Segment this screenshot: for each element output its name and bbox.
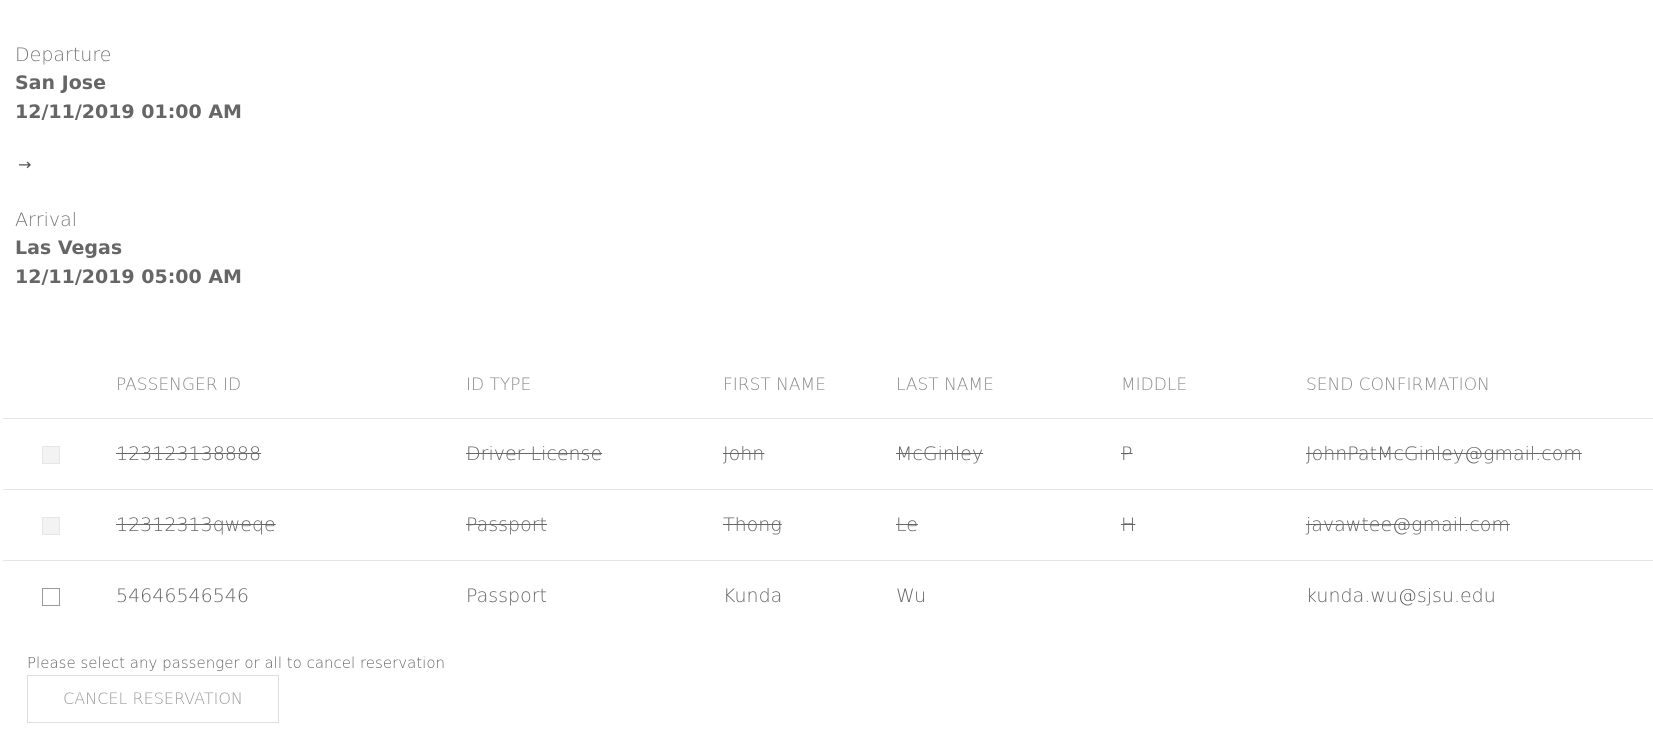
last-name-header: LAST NAME — [896, 352, 1121, 419]
id-type-header: ID TYPE — [466, 352, 723, 419]
row-select-cell — [3, 489, 116, 561]
middle-cell: H — [1121, 489, 1306, 561]
first-name-header: FIRST NAME — [723, 352, 896, 419]
id-type-cell: Driver License — [466, 418, 723, 490]
row-select-cell — [3, 561, 116, 632]
table-row: 12312313qweqe Passport Thong Le H javawt… — [3, 489, 1653, 561]
table-header-row: PASSENGER ID ID TYPE FIRST NAME LAST NAM… — [3, 352, 1653, 419]
arrival-datetime: 12/11/2019 05:00 AM — [15, 266, 242, 288]
cancel-reservation-button[interactable]: CANCEL RESERVATION — [27, 675, 279, 723]
send-confirmation-header: SEND CONFIRMATION — [1306, 352, 1653, 419]
first-name-cell: Thong — [723, 489, 896, 561]
last-name-cell: McGinley — [896, 418, 1121, 490]
id-type-cell: Passport — [466, 489, 723, 561]
departure-datetime: 12/11/2019 01:00 AM — [15, 101, 242, 123]
departure-city: San Jose — [15, 72, 106, 94]
last-name-cell: Le — [896, 489, 1121, 561]
table-row: 54646546546 Passport Kunda Wu kunda.wu@s… — [3, 561, 1653, 632]
passenger-table: PASSENGER ID ID TYPE FIRST NAME LAST NAM… — [3, 352, 1653, 631]
table-row: 123123138888 Driver License John McGinle… — [3, 418, 1653, 490]
middle-cell — [1121, 561, 1306, 632]
email-cell: kunda.wu@sjsu.edu — [1306, 585, 1496, 607]
passenger-id-cell: 12312313qweqe — [116, 489, 466, 561]
departure-label: Departure — [15, 44, 112, 66]
arrow-right-icon: → — [18, 155, 32, 174]
middle-cell: P — [1121, 418, 1306, 490]
passenger-id-header: PASSENGER ID — [116, 352, 466, 419]
passenger-checkbox — [42, 516, 60, 535]
first-name-cell: Kunda — [723, 585, 783, 607]
email-cell: JohnPatMcGinley@gmail.com — [1306, 418, 1653, 490]
email-cell: javawtee@gmail.com — [1306, 489, 1653, 561]
select-column-header — [3, 352, 116, 419]
row-select-cell — [3, 418, 116, 490]
passenger-id-cell: 54646546546 — [116, 585, 249, 607]
last-name-cell: Wu — [896, 585, 927, 607]
arrival-label: Arrival — [15, 209, 78, 231]
middle-header: MIDDLE — [1121, 352, 1306, 419]
passenger-id-cell: 123123138888 — [116, 418, 466, 490]
id-type-cell: Passport — [466, 585, 547, 607]
cancel-hint-text: Please select any passenger or all to ca… — [27, 654, 446, 672]
passenger-checkbox — [42, 445, 60, 464]
first-name-cell: John — [723, 418, 896, 490]
arrival-city: Las Vegas — [15, 237, 123, 259]
passenger-checkbox[interactable] — [42, 587, 60, 606]
